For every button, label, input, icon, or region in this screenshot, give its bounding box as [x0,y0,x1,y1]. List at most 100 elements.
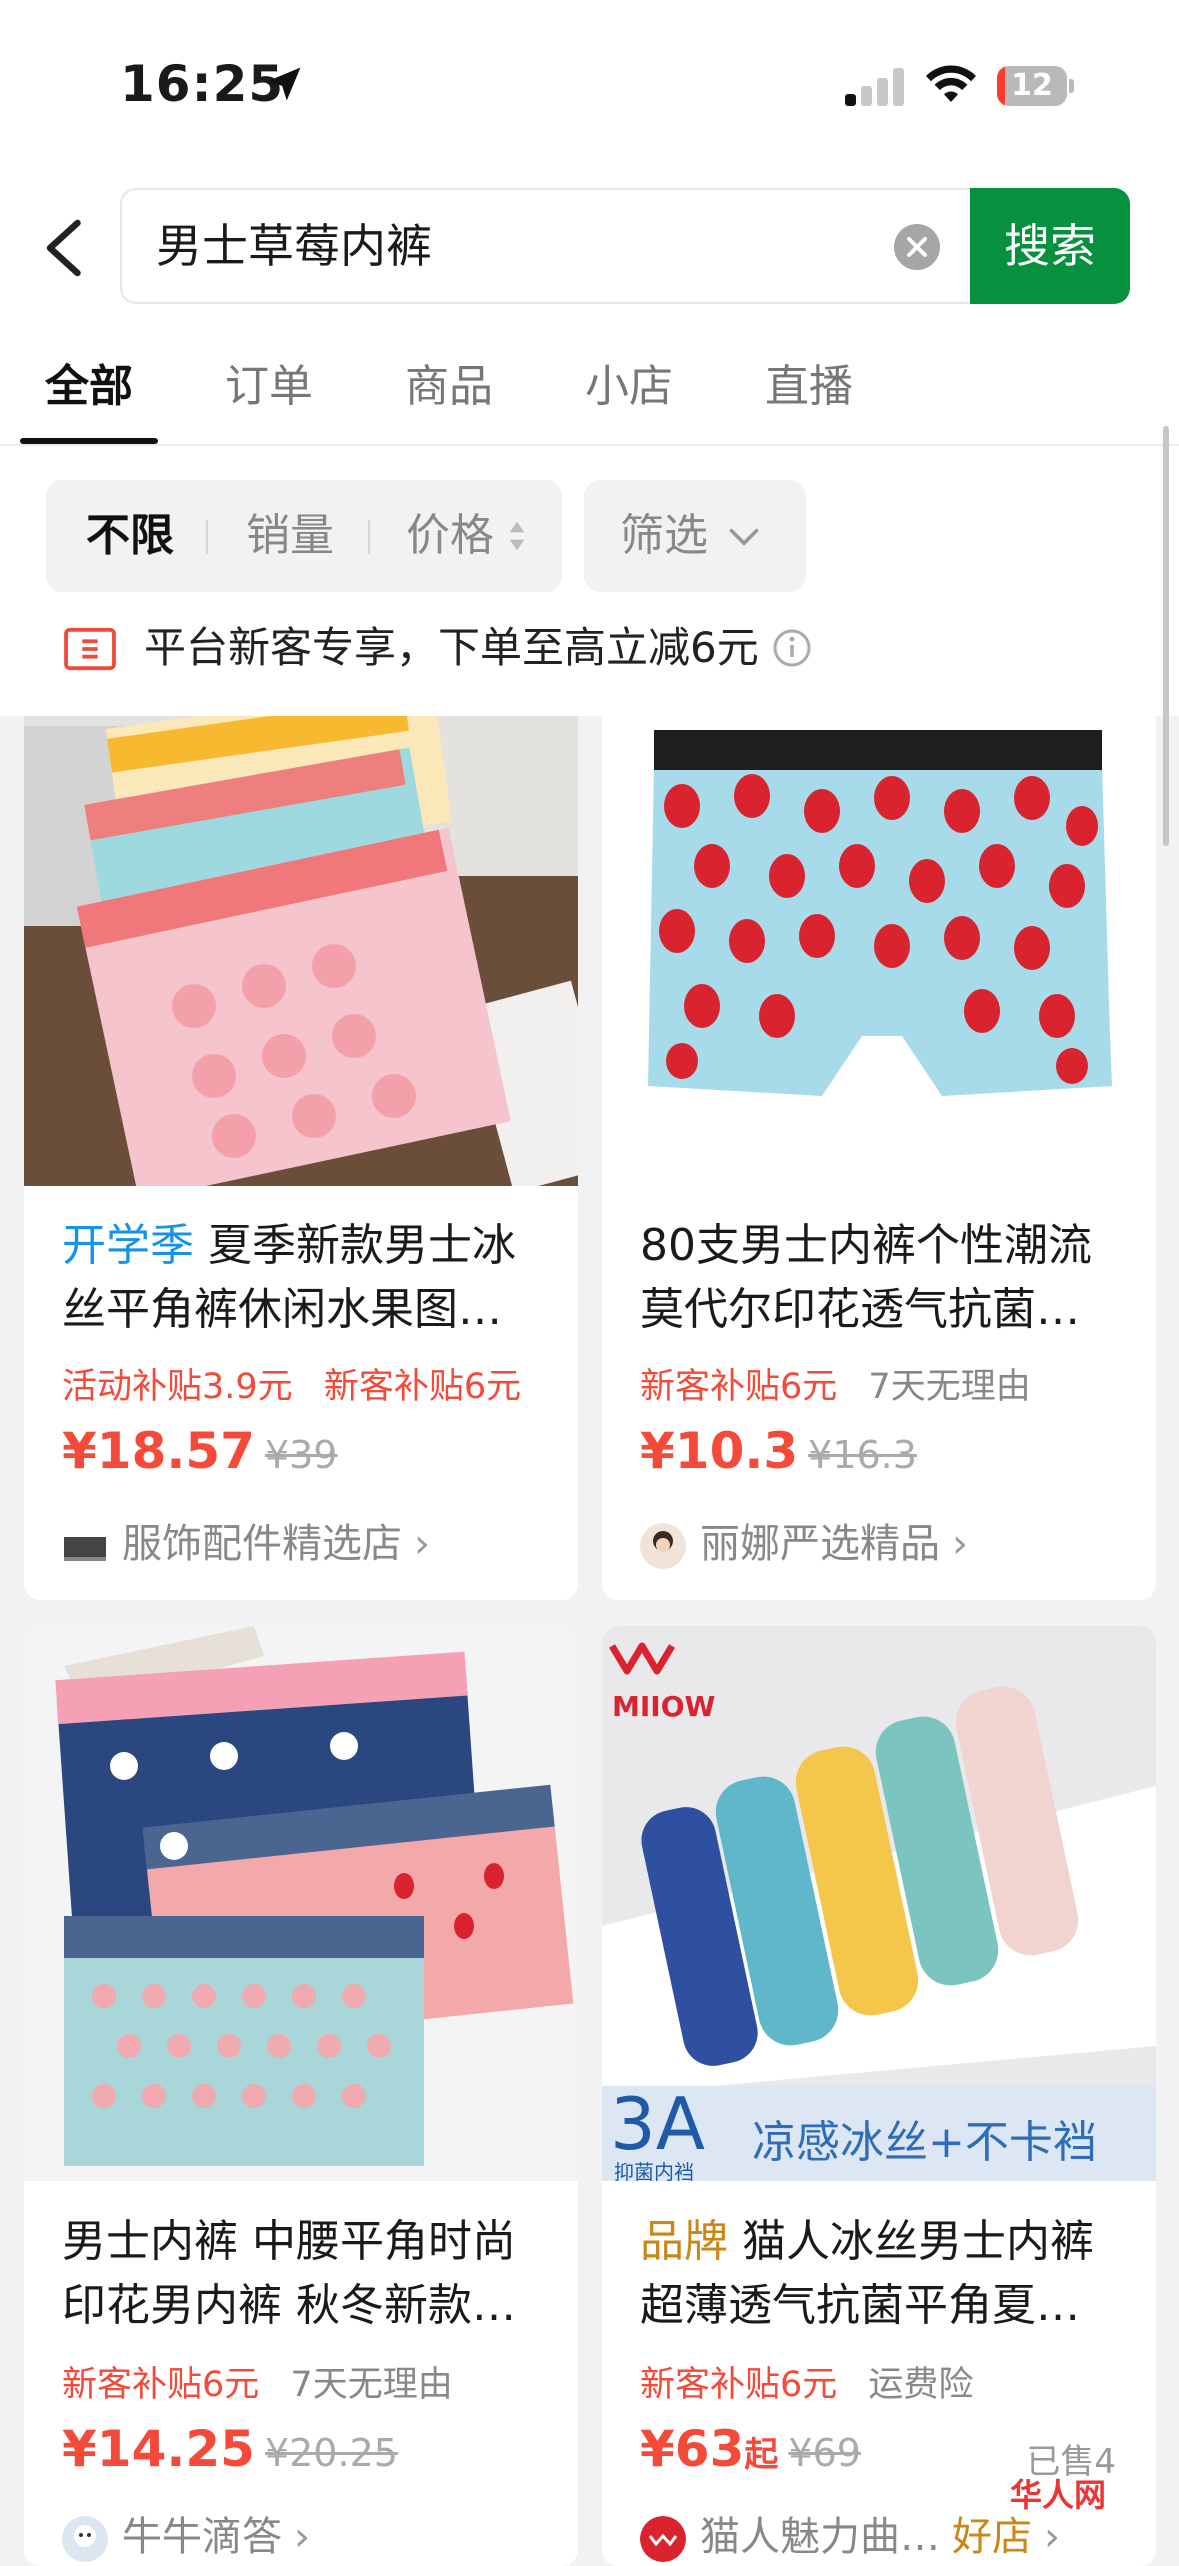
battery-level: 12 [1011,68,1053,103]
title-line: 印花男内裤 秋冬新款… [62,2280,516,2331]
product-image[interactable]: MIIOW 3A 抑菌内裆 凉感冰丝+不卡裆 [602,1626,1156,2181]
shop-link[interactable]: 猫人魅力曲… 好店 › [640,2504,1060,2562]
scrollbar[interactable] [1163,426,1169,846]
price-row: ¥14.25 ¥20.25 [62,2420,398,2478]
grade-subtitle: 抑菌内裆 [614,2160,694,2181]
filter-label: 筛选 [620,510,708,561]
product-card[interactable]: 男士内裤 中腰平角时尚 印花男内裤 秋冬新款… 新客补贴6元 7天无理由 ¥14… [24,1626,578,2566]
price: ¥63 [640,2420,745,2478]
sort-unlimited[interactable]: 不限 [86,480,174,592]
subsidy-label: 新客补贴6元 [323,1367,522,1407]
tab-shops[interactable]: 小店 [585,350,673,414]
coupon-icon [64,627,116,671]
product-image[interactable] [24,1626,578,2181]
sort-group: 不限 销量 价格 [46,480,562,592]
watermark: 华人网 [1010,2476,1107,2514]
active-tab-indicator [20,438,158,444]
price: ¥18.57 [62,1422,255,1480]
chevron-right-icon: › [294,2514,310,2560]
product-image[interactable] [602,716,1156,1186]
grade-badge: 3A [610,2082,706,2166]
title-line: 夏季新款男士冰 [208,1220,516,1271]
original-price: ¥16.3 [808,1433,917,1477]
title-line: 丝平角裤休闲水果图… [62,1284,502,1335]
image-slogan: 凉感冰丝+不卡裆 [752,2117,1097,2168]
brand-logo: MIIOW [612,1690,716,1723]
product-title[interactable]: 品牌 猫人冰丝男士内裤 超薄透气抗菌平角夏… [640,2210,1130,2338]
product-title[interactable]: 开学季 夏季新款男士冰 丝平角裤休闲水果图… [62,1214,552,1342]
shop-avatar [62,2516,108,2562]
product-image[interactable] [24,716,578,1186]
service-label: 7天无理由 [868,1367,1031,1407]
back-chevron-icon[interactable] [40,218,90,278]
subsidy-row: 新客补贴6元 7天无理由 [62,2356,453,2407]
price: ¥14.25 [62,2420,255,2478]
subsidy-row: 新客补贴6元 7天无理由 [640,1358,1031,1409]
shop-link[interactable]: 牛牛滴答 › [62,2504,310,2562]
search-input[interactable]: 男士草莓内裤 [120,188,970,304]
chevron-right-icon: › [1044,2514,1060,2560]
search-query[interactable]: 男士草莓内裤 [156,190,432,302]
status-bar: 16:25 12 [0,0,1179,170]
product-card[interactable]: MIIOW 3A 抑菌内裆 凉感冰丝+不卡裆 品牌 猫人冰丝男士内裤 超薄透气抗… [602,1626,1156,2566]
title-line: 莫代尔印花透气抗菌… [640,1284,1080,1335]
sort-arrows-icon [509,521,525,551]
price-row: ¥18.57 ¥39 [62,1422,337,1480]
product-title[interactable]: 男士内裤 中腰平角时尚 印花男内裤 秋冬新款… [62,2210,552,2338]
shop-link[interactable]: 丽娜严选精品 › [640,1511,968,1569]
shop-name: 牛牛滴答 [122,2514,282,2560]
shop-name: 丽娜严选精品 [700,1521,940,1567]
wifi-icon [926,65,976,102]
price: ¥10.3 [640,1422,799,1480]
original-price: ¥20.25 [264,2431,398,2475]
chevron-right-icon: › [414,1521,430,1567]
subsidy-row: 新客补贴6元 运费险 [640,2356,973,2407]
clear-icon[interactable] [894,224,940,270]
info-icon[interactable] [772,628,812,668]
result-tabs: 全部 订单 商品 小店 直播 [0,310,1179,446]
search-button[interactable]: 搜索 [970,188,1130,304]
title-line: 超薄透气抗菌平角夏… [640,2280,1080,2331]
original-price: ¥69 [788,2431,861,2475]
product-title[interactable]: 80支男士内裤个性潮流 莫代尔印花透气抗菌… [640,1214,1130,1342]
subsidy-label: 新客补贴6元 [640,1367,838,1407]
subsidy-label: 新客补贴6元 [640,2365,838,2405]
sort-sales[interactable]: 销量 [246,480,334,592]
battery-icon: 12 [997,66,1075,108]
service-label: 7天无理由 [290,2365,453,2405]
status-time: 16:25 [120,55,285,113]
shop-link[interactable]: 服饰配件精选店 › [62,1511,430,1569]
tab-all[interactable]: 全部 [45,350,133,414]
price-row: ¥10.3 ¥16.3 [640,1422,917,1480]
divider [368,520,370,554]
chevron-right-icon: › [952,1521,968,1567]
filter-button[interactable]: 筛选 [584,480,806,592]
service-label: 运费险 [868,2365,974,2405]
product-card[interactable]: 开学季 夏季新款男士冰 丝平角裤休闲水果图… 活动补贴3.9元 新客补贴6元 ¥… [24,716,578,1600]
title-line: 男士内裤 中腰平角时尚 [62,2216,516,2267]
divider [206,520,208,554]
location-arrow-icon [267,67,301,101]
promo-text: 平台新客专享，下单至高立减6元 [144,623,759,672]
shop-name: 猫人魅力曲… [700,2514,940,2560]
price-unit: 起 [744,2435,779,2475]
tab-orders[interactable]: 订单 [225,350,313,414]
chevron-down-icon [729,528,759,546]
shop-avatar [640,1523,686,1569]
sort-price[interactable]: 价格 [406,480,494,592]
subsidy-row: 活动补贴3.9元 新客补贴6元 [62,1358,521,1409]
shop-logo-icon [640,2516,686,2562]
price-row: ¥63起 ¥69 [640,2420,861,2478]
tab-live[interactable]: 直播 [765,350,853,414]
shop-name: 服饰配件精选店 [122,1521,402,1567]
shop-logo-icon [64,1537,106,1561]
promo-tag: 开学季 [62,1220,194,1271]
filter-area: 不限 销量 价格 筛选 平台新客专享，下单至高立减6元 [0,446,1179,716]
tab-products[interactable]: 商品 [405,350,493,414]
product-card[interactable]: 80支男士内裤个性潮流 莫代尔印花透气抗菌… 新客补贴6元 7天无理由 ¥10.… [602,716,1156,1600]
search-header: 男士草莓内裤 搜索 [0,170,1179,310]
original-price: ¥39 [264,1433,338,1477]
brand-tag: 品牌 [640,2216,728,2267]
cellular-signal-icon [845,66,905,106]
good-shop-badge: 好店 [952,2514,1032,2560]
